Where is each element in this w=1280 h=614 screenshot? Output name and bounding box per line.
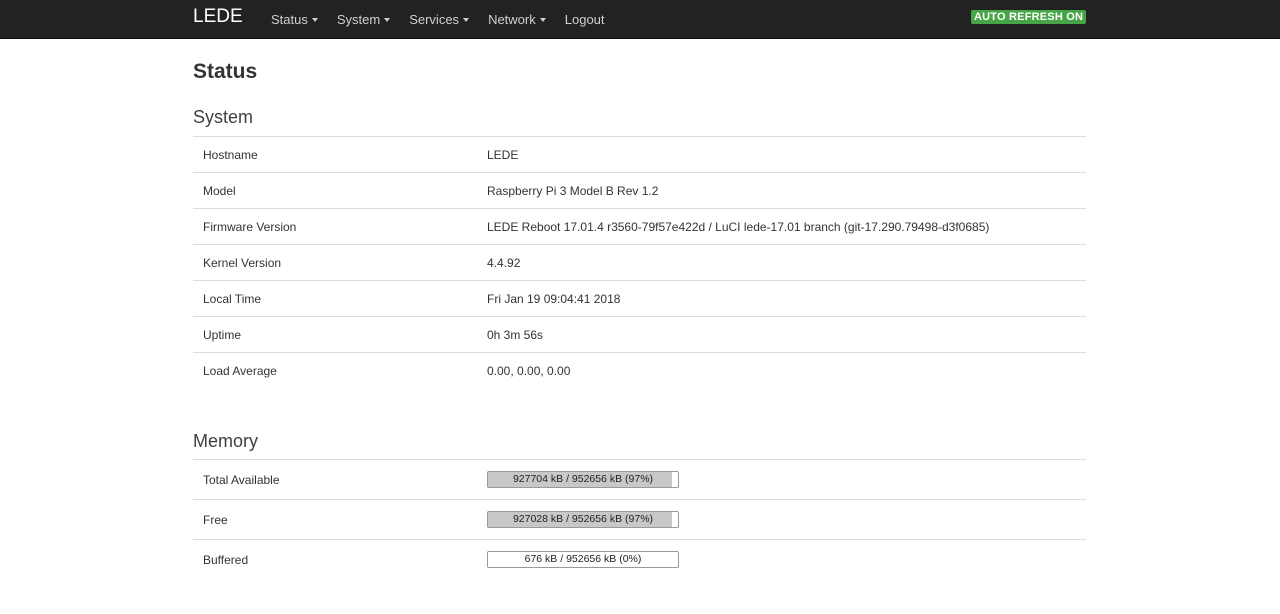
row-value: Fri Jan 19 09:04:41 2018: [487, 280, 1086, 317]
progress-bar: 927704 kB / 952656 kB (97%): [487, 471, 679, 488]
row-label: Uptime: [193, 316, 487, 353]
row-value: LEDE Reboot 17.01.4 r3560-79f57e422d / L…: [487, 208, 1086, 245]
table-row: Buffered 676 kB / 952656 kB (0%): [193, 539, 1086, 579]
row-label: Total Available: [193, 459, 487, 500]
row-label: Hostname: [193, 136, 487, 173]
progress-text: 927028 kB / 952656 kB (97%): [512, 513, 654, 525]
table-row: Hostname LEDE: [193, 136, 1086, 173]
table-row: Firmware Version LEDE Reboot 17.01.4 r35…: [193, 208, 1086, 245]
progress-bar: 927028 kB / 952656 kB (97%): [487, 511, 679, 528]
top-navbar: LEDE Status System Services Network Logo…: [0, 0, 1280, 39]
nav-logout-label: Logout: [564, 12, 605, 27]
row-value: 0.00, 0.00, 0.00: [487, 352, 1086, 388]
row-value: Raspberry Pi 3 Model B Rev 1.2: [487, 172, 1086, 209]
system-table: Hostname LEDE Model Raspberry Pi 3 Model…: [193, 136, 1086, 388]
table-row: Total Available 927704 kB / 952656 kB (9…: [193, 459, 1086, 500]
nav-system-label: System: [336, 12, 381, 27]
row-label: Load Average: [193, 352, 487, 388]
system-section-title: System: [193, 107, 254, 127]
row-value: 927028 kB / 952656 kB (97%): [487, 499, 1086, 540]
row-value: 927704 kB / 952656 kB (97%): [487, 459, 1086, 500]
table-row: Load Average 0.00, 0.00, 0.00: [193, 352, 1086, 388]
main-menu: Status System Services Network Logout: [271, 12, 624, 27]
table-row: Model Raspberry Pi 3 Model B Rev 1.2: [193, 172, 1086, 209]
row-value: LEDE: [487, 136, 1086, 173]
progress-text: 927704 kB / 952656 kB (97%): [512, 473, 654, 485]
row-label: Free: [193, 499, 487, 540]
row-label: Kernel Version: [193, 244, 487, 281]
nav-logout[interactable]: Logout: [565, 12, 605, 27]
row-label: Firmware Version: [193, 208, 487, 245]
progress-text: 676 kB / 952656 kB (0%): [524, 553, 642, 565]
row-value: 4.4.92: [487, 244, 1086, 281]
chevron-down-icon: [463, 17, 470, 22]
table-row: Uptime 0h 3m 56s: [193, 316, 1086, 353]
row-value: 0h 3m 56s: [487, 316, 1086, 353]
auto-refresh-toggle[interactable]: AUTO REFRESH ON: [971, 10, 1087, 24]
row-label: Local Time: [193, 280, 487, 317]
row-value: 676 kB / 952656 kB (0%): [487, 539, 1086, 579]
row-label: Buffered: [193, 539, 487, 579]
table-row: Free 927028 kB / 952656 kB (97%): [193, 499, 1086, 540]
nav-system[interactable]: System: [336, 12, 391, 27]
nav-network[interactable]: Network: [488, 12, 546, 27]
chevron-down-icon: [384, 17, 391, 22]
nav-network-label: Network: [488, 12, 536, 27]
nav-services[interactable]: Services: [409, 12, 470, 27]
row-label: Model: [193, 172, 487, 209]
brand-logo[interactable]: LEDE: [193, 6, 243, 28]
table-row: Kernel Version 4.4.92: [193, 244, 1086, 281]
page-title: Status: [193, 60, 258, 83]
nav-status-label: Status: [271, 12, 308, 27]
table-row: Local Time Fri Jan 19 09:04:41 2018: [193, 280, 1086, 317]
nav-services-label: Services: [409, 12, 460, 27]
progress-bar: 676 kB / 952656 kB (0%): [487, 551, 679, 568]
chevron-down-icon: [311, 17, 318, 22]
nav-status[interactable]: Status: [271, 12, 318, 27]
memory-section-title: Memory: [193, 431, 259, 451]
memory-table: Total Available 927704 kB / 952656 kB (9…: [193, 459, 1086, 579]
chevron-down-icon: [539, 17, 546, 22]
